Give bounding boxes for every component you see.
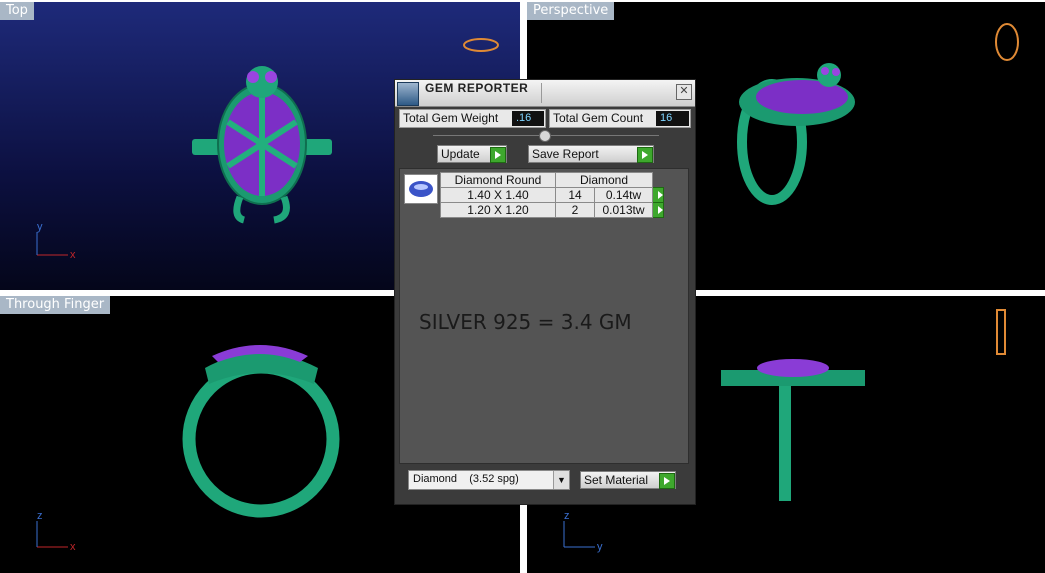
save-report-button[interactable]: Save Report	[528, 145, 654, 163]
total-gem-weight-label: Total Gem Weight	[403, 111, 499, 125]
diamond-round-icon	[404, 174, 438, 204]
table-header-spacer	[652, 172, 664, 188]
chevron-down-icon[interactable]: ▼	[553, 471, 569, 489]
set-material-button-label: Set Material	[584, 473, 649, 487]
total-gem-weight-box: Total Gem Weight .16	[399, 109, 546, 128]
dialog-title-bar[interactable]: GEM REPORTER ✕	[395, 80, 695, 107]
axis-y-label: y	[37, 221, 43, 233]
row-count: 14	[554, 187, 596, 203]
play-icon	[490, 147, 506, 163]
row-size: 1.40 X 1.40	[440, 187, 556, 203]
material-select-value: Diamond (3.52 spg)	[413, 473, 519, 485]
axis-x-label: x	[70, 541, 76, 553]
total-gem-weight-value: .16	[512, 111, 544, 126]
splitter-handle[interactable]	[539, 130, 551, 142]
axis-z-label: z	[37, 510, 43, 522]
table-row[interactable]: 1.40 X 1.40 14 0.14tw	[440, 187, 664, 203]
silver-weight-note: SILVER 925 = 3.4 GM	[419, 310, 632, 334]
table-header-stone: Diamond	[555, 172, 653, 188]
row-count: 2	[554, 202, 596, 218]
table-row[interactable]: 1.20 X 1.20 2 0.013tw	[440, 202, 664, 218]
row-select-play-icon[interactable]	[652, 187, 664, 203]
total-gem-count-box: Total Gem Count 16	[549, 109, 691, 128]
gem-reporter-icon	[397, 82, 419, 106]
save-report-button-label: Save Report	[532, 147, 599, 161]
table-header-row: Diamond Round Diamond	[440, 172, 664, 188]
update-button-label: Update	[441, 147, 480, 161]
axis-z-label: z	[564, 510, 570, 522]
gem-reporter-dialog: GEM REPORTER ✕ Total Gem Weight .16 Tota…	[395, 80, 695, 504]
axis-x-label: x	[70, 249, 76, 261]
table-header-shape: Diamond Round	[440, 172, 556, 188]
play-icon	[637, 147, 653, 163]
total-gem-count-value: 16	[656, 111, 689, 126]
set-material-button[interactable]: Set Material	[580, 471, 676, 489]
close-icon[interactable]: ✕	[676, 84, 692, 100]
axis-y-label: y	[597, 541, 603, 553]
material-select[interactable]: Diamond (3.52 spg) ▼	[408, 470, 570, 490]
row-weight: 0.14tw	[594, 187, 653, 203]
update-button[interactable]: Update	[437, 145, 507, 163]
row-weight: 0.013tw	[594, 202, 653, 218]
row-size: 1.20 X 1.20	[440, 202, 556, 218]
play-icon	[659, 473, 675, 489]
total-gem-count-label: Total Gem Count	[553, 111, 644, 125]
dialog-title: GEM REPORTER	[425, 81, 529, 95]
gem-table: Diamond Round Diamond 1.40 X 1.40 14 0.1…	[440, 172, 664, 218]
title-separator	[541, 83, 542, 103]
row-select-play-icon[interactable]	[652, 202, 664, 218]
